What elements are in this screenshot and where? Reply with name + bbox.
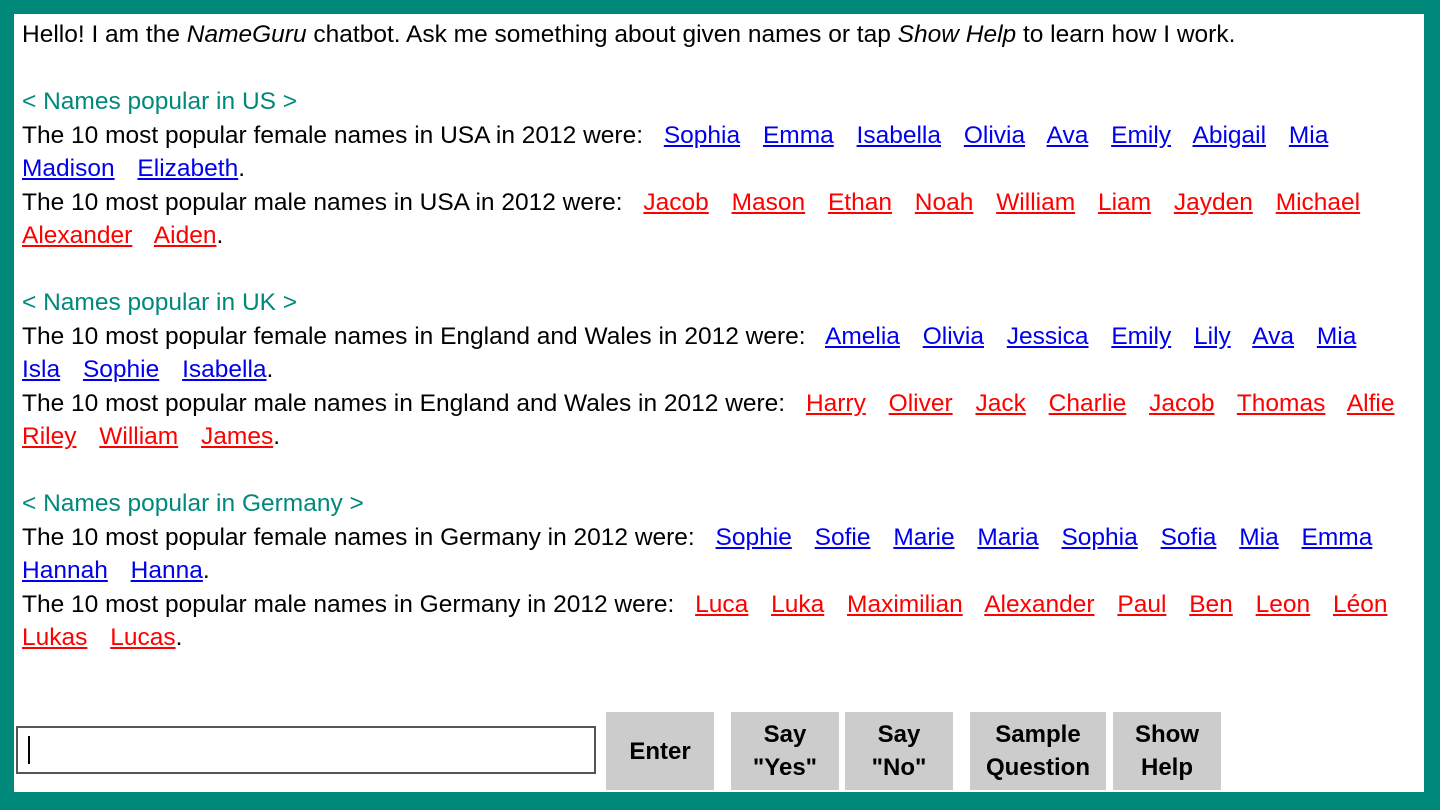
intro-text: Hello! I am the <box>22 21 187 48</box>
female-name-link[interactable]: Ava <box>1047 122 1089 149</box>
male-name-link[interactable]: Alexander <box>984 591 1094 618</box>
female-name-link[interactable]: Madison <box>22 155 115 182</box>
female-name-link[interactable]: Sofie <box>815 524 871 551</box>
male-names-lead: The 10 most popular male names in Englan… <box>22 389 786 417</box>
female-name-link[interactable]: Sophia <box>1061 524 1137 551</box>
female-names-line: The 10 most popular female names in Germ… <box>22 523 1373 585</box>
male-names-line: The 10 most popular male names in German… <box>22 590 1388 652</box>
say-yes-button[interactable]: Say "Yes" <box>731 712 839 790</box>
names-section: < Names popular in US > The 10 most popul… <box>22 85 1422 253</box>
female-names-lead: The 10 most popular female names in Engl… <box>22 322 806 350</box>
male-name-link[interactable]: Riley <box>22 423 76 450</box>
male-names-lead: The 10 most popular male names in German… <box>22 590 675 618</box>
bot-name: NameGuru <box>186 21 307 48</box>
male-name-link[interactable]: Léon <box>1333 591 1388 618</box>
male-name-link[interactable]: Noah <box>915 189 974 216</box>
male-name-link[interactable]: Jacob <box>1149 390 1214 417</box>
male-name-link[interactable]: Leon <box>1256 591 1311 618</box>
male-name-link[interactable]: Ben <box>1189 591 1233 618</box>
male-name-link[interactable]: William <box>996 189 1075 216</box>
say-no-button[interactable]: Say "No" <box>845 712 953 790</box>
male-name-link[interactable]: Mason <box>732 189 806 216</box>
enter-label: Enter <box>629 737 691 765</box>
intro-text: chatbot. Ask me something about given na… <box>306 21 898 48</box>
chat-transcript: Hello! I am the NameGuru chatbot. Ask me… <box>22 18 1422 688</box>
male-name-link[interactable]: Luca <box>695 591 748 618</box>
male-name-link[interactable]: Alexander <box>22 222 132 249</box>
female-name-link[interactable]: Sophie <box>716 524 792 551</box>
male-name-link[interactable]: Maximilian <box>847 591 963 618</box>
section-heading[interactable]: < Names popular in US > <box>22 85 1422 119</box>
female-name-link[interactable]: Hanna <box>131 557 203 584</box>
female-name-link[interactable]: Sofia <box>1161 524 1217 551</box>
male-name-link[interactable]: Oliver <box>889 390 953 417</box>
male-name-link[interactable]: Michael <box>1276 189 1360 216</box>
female-name-link[interactable]: Sophia <box>664 122 740 149</box>
female-name-link[interactable]: Maria <box>977 524 1038 551</box>
names-section: < Names popular in UK > The 10 most popul… <box>22 286 1422 454</box>
help-reference: Show Help <box>897 21 1017 48</box>
female-names-lead: The 10 most popular female names in USA … <box>22 121 644 149</box>
female-names-line: The 10 most popular female names in USA … <box>22 121 1329 183</box>
show-help-label: Show Help <box>1135 721 1199 781</box>
say-no-label: Say "No" <box>871 721 927 781</box>
male-name-link[interactable]: Ethan <box>828 189 892 216</box>
male-name-link[interactable]: Jacob <box>643 189 708 216</box>
sample-question-button[interactable]: Sample Question <box>970 712 1106 790</box>
male-name-link[interactable]: Lucas <box>110 624 175 651</box>
female-name-link[interactable]: Mia <box>1317 323 1356 350</box>
female-name-link[interactable]: Emma <box>763 122 834 149</box>
female-name-link[interactable]: Olivia <box>964 122 1025 149</box>
female-name-link[interactable]: Mia <box>1289 122 1328 149</box>
female-name-link[interactable]: Mia <box>1239 524 1278 551</box>
female-name-link[interactable]: Hannah <box>22 557 108 584</box>
female-names-lead: The 10 most popular female names in Germ… <box>22 523 695 551</box>
female-name-link[interactable]: Sophie <box>83 356 159 383</box>
intro-text: to learn how I work. <box>1016 21 1236 48</box>
male-names-lead: The 10 most popular male names in USA in… <box>22 188 623 216</box>
male-name-link[interactable]: Lukas <box>22 624 87 651</box>
female-name-link[interactable]: Lily <box>1194 323 1231 350</box>
female-name-link[interactable]: Isabella <box>182 356 266 383</box>
names-section: < Names popular in Germany > The 10 most … <box>22 487 1422 655</box>
male-name-link[interactable]: Charlie <box>1049 390 1127 417</box>
male-names-line: The 10 most popular male names in USA in… <box>22 188 1361 250</box>
section-heading[interactable]: < Names popular in UK > <box>22 286 1422 320</box>
male-name-link[interactable]: Jack <box>975 390 1025 417</box>
male-name-link[interactable]: Luka <box>771 591 824 618</box>
female-names-line: The 10 most popular female names in Engl… <box>22 322 1357 384</box>
male-name-link[interactable]: William <box>99 423 178 450</box>
male-name-link[interactable]: James <box>201 423 273 450</box>
female-name-link[interactable]: Marie <box>893 524 954 551</box>
text-caret <box>28 736 30 764</box>
male-name-link[interactable]: Thomas <box>1237 390 1326 417</box>
male-name-link[interactable]: Jayden <box>1174 189 1253 216</box>
intro-message: Hello! I am the NameGuru chatbot. Ask me… <box>22 18 1422 52</box>
male-name-link[interactable]: Liam <box>1098 189 1151 216</box>
section-heading[interactable]: < Names popular in Germany > <box>22 487 1422 521</box>
chat-window: Hello! I am the NameGuru chatbot. Ask me… <box>14 14 1424 792</box>
male-name-link[interactable]: Harry <box>806 390 866 417</box>
female-name-link[interactable]: Isabella <box>857 122 941 149</box>
message-input[interactable] <box>16 726 596 774</box>
female-name-link[interactable]: Isla <box>22 356 60 383</box>
enter-button[interactable]: Enter <box>606 712 714 790</box>
male-names-line: The 10 most popular male names in Englan… <box>22 389 1395 451</box>
female-name-link[interactable]: Emily <box>1111 323 1171 350</box>
sample-question-label: Sample Question <box>985 721 1090 781</box>
female-name-link[interactable]: Abigail <box>1193 122 1267 149</box>
female-name-link[interactable]: Olivia <box>923 323 984 350</box>
female-name-link[interactable]: Ava <box>1252 323 1294 350</box>
say-yes-label: Say "Yes" <box>752 721 818 781</box>
male-name-link[interactable]: Aiden <box>154 222 217 249</box>
male-name-link[interactable]: Paul <box>1117 591 1166 618</box>
show-help-button[interactable]: Show Help <box>1113 712 1221 790</box>
female-name-link[interactable]: Jessica <box>1007 323 1089 350</box>
female-name-link[interactable]: Emma <box>1302 524 1373 551</box>
female-name-link[interactable]: Emily <box>1111 122 1171 149</box>
male-name-link[interactable]: Alfie <box>1347 390 1395 417</box>
female-name-link[interactable]: Amelia <box>825 323 900 350</box>
female-name-link[interactable]: Elizabeth <box>137 155 238 182</box>
